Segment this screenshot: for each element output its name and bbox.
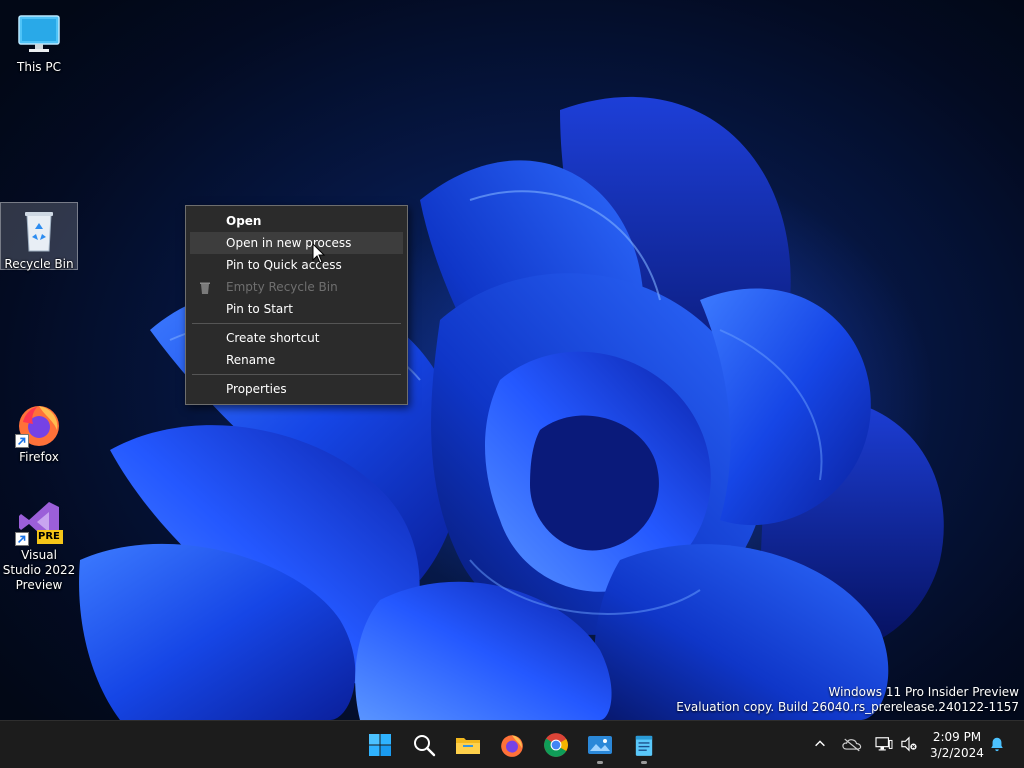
taskbar-photos-app[interactable]	[580, 725, 620, 765]
chrome-icon	[544, 733, 568, 757]
menu-item-properties[interactable]: Properties	[190, 378, 403, 400]
volume-button[interactable]	[898, 733, 920, 755]
desktop-icon-recycle-bin[interactable]: Recycle Bin	[0, 202, 78, 271]
network-icon	[875, 737, 893, 751]
taskbar-firefox[interactable]	[492, 725, 532, 765]
desktop-icon-firefox[interactable]: Firefox	[0, 396, 78, 465]
search-icon	[414, 735, 436, 757]
menu-item-open[interactable]: Open	[190, 210, 403, 232]
firefox-icon	[15, 400, 63, 448]
visual-studio-preview-icon: PRE	[15, 498, 63, 546]
taskbar-file-explorer[interactable]	[448, 725, 488, 765]
clock-date: 3/2/2024	[930, 746, 984, 760]
menu-item-pin-to-start[interactable]: Pin to Start	[190, 298, 403, 320]
build-watermark: Windows 11 Pro Insider Preview Evaluatio…	[676, 685, 1019, 715]
menu-item-create-shortcut[interactable]: Create shortcut	[190, 327, 403, 349]
notifications-button[interactable]	[986, 733, 1008, 755]
desktop-icon-label: Recycle Bin	[4, 257, 74, 271]
photos-app-icon	[588, 736, 612, 754]
menu-item-rename[interactable]: Rename	[190, 349, 403, 371]
show-hidden-icons-button[interactable]	[809, 733, 831, 755]
taskbar-clock[interactable]: 2:09 PM 3/2/2024	[922, 729, 992, 761]
desktop-icon-this-pc[interactable]: This PC	[0, 6, 78, 75]
start-button[interactable]	[360, 725, 400, 765]
onedrive-offline-icon	[842, 738, 862, 751]
desktop[interactable]: This PC Recycle Bin Firefox PRE Visual S…	[0, 0, 1024, 720]
watermark-line-build: Evaluation copy. Build 26040.rs_prerelea…	[676, 700, 1019, 714]
taskbar: 2:09 PM 3/2/2024	[0, 720, 1024, 768]
start-windows-icon	[369, 734, 391, 756]
menu-item-pin-to-quick-access[interactable]: Pin to Quick access	[190, 254, 403, 276]
file-explorer-icon	[456, 738, 480, 754]
taskbar-search-button[interactable]	[404, 725, 444, 765]
chevron-up-icon	[815, 740, 825, 747]
desktop-icon-label: Visual Studio 2022 Preview	[2, 548, 76, 592]
menu-separator	[192, 374, 401, 375]
menu-item-open-in-new-process[interactable]: Open in new process	[190, 232, 403, 254]
mouse-cursor-icon	[312, 243, 326, 264]
preview-badge: PRE	[38, 531, 60, 542]
desktop-icon-label: Firefox	[19, 450, 59, 464]
menu-separator	[192, 323, 401, 324]
taskbar-chrome[interactable]	[536, 725, 576, 765]
firefox-icon	[501, 735, 523, 757]
running-indicator	[597, 761, 603, 764]
recycle-bin-icon	[15, 207, 63, 255]
recycle-bin-small-icon	[198, 280, 212, 294]
watermark-line-edition: Windows 11 Pro Insider Preview	[828, 685, 1019, 699]
onedrive-button[interactable]	[841, 733, 863, 755]
desktop-icon-label: This PC	[17, 60, 61, 74]
menu-item-label: Empty Recycle Bin	[226, 280, 338, 294]
clock-time: 2:09 PM	[932, 730, 982, 744]
bell-icon	[991, 737, 1003, 752]
taskbar-notepad[interactable]	[624, 725, 664, 765]
notepad-icon	[635, 735, 653, 756]
shortcut-arrow-icon	[15, 434, 29, 448]
monitor-icon	[15, 10, 63, 58]
desktop-icon-visual-studio[interactable]: PRE Visual Studio 2022 Preview	[0, 494, 78, 593]
speaker-muted-icon	[901, 736, 917, 752]
shortcut-arrow-icon	[15, 532, 29, 546]
running-indicator	[641, 761, 647, 764]
context-menu: Open Open in new process Pin to Quick ac…	[185, 205, 408, 405]
menu-item-empty-recycle-bin[interactable]: Empty Recycle Bin	[190, 276, 403, 298]
wallpaper-bloom	[79, 96, 944, 720]
network-button[interactable]	[873, 733, 895, 755]
